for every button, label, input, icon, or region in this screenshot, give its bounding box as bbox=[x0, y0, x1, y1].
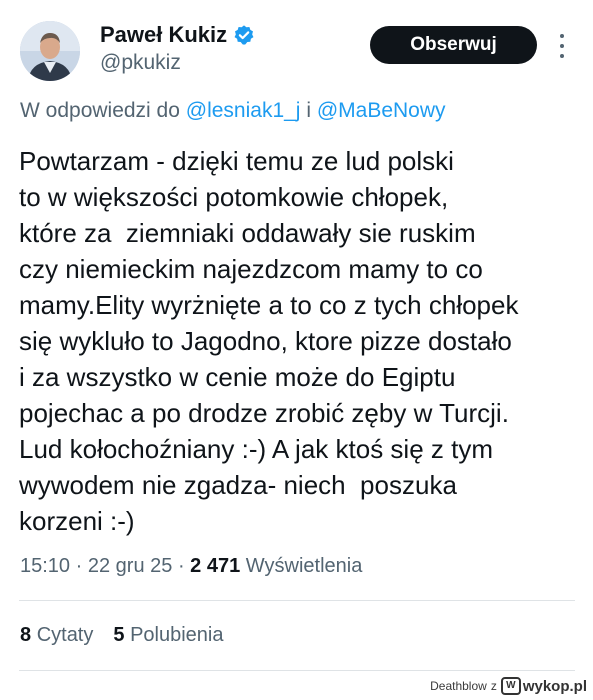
author-handle[interactable]: @pkukiz bbox=[100, 51, 181, 75]
more-options-icon[interactable] bbox=[556, 34, 568, 58]
tweet-line: mamy.Elity wyrżnięte a to co z tych chło… bbox=[19, 290, 519, 320]
tweet-line: czy niemieckim najezdzcom mamy to co bbox=[19, 254, 483, 284]
likes-stat[interactable]: 5 Polubienia bbox=[113, 624, 223, 647]
author-name-row[interactable]: Paweł Kukiz bbox=[100, 22, 255, 48]
tweet-time[interactable]: 15:10 bbox=[20, 555, 70, 577]
tweet-line: korzeni :-) bbox=[19, 506, 135, 536]
wykop-logo-icon: W bbox=[500, 677, 521, 695]
tweet-line: to w większości potomkowie chłopek, bbox=[19, 182, 449, 212]
wykop-logo: W wykop.pl bbox=[500, 677, 587, 695]
avatar[interactable] bbox=[20, 21, 80, 81]
divider bbox=[19, 600, 575, 601]
reply-prefix: W odpowiedzi do bbox=[20, 99, 180, 122]
mention-link[interactable]: @lesniak1_j bbox=[186, 99, 301, 122]
verified-badge-icon bbox=[234, 25, 254, 45]
tweet-date[interactable]: 22 gru 25 bbox=[88, 555, 173, 577]
meta-separator: · bbox=[177, 555, 185, 577]
tweet-line: które za ziemniaki oddawały sie ruskim bbox=[19, 218, 476, 248]
engagement-stats: 8 Cytaty 5 Polubienia bbox=[20, 624, 223, 647]
tweet-text: Powtarzam - dzięki temu ze lud polski to… bbox=[19, 143, 579, 539]
watermark: Deathblow z W wykop.pl bbox=[430, 677, 587, 695]
tweet-meta: 15:10 · 22 gru 25 · 2 471 Wyświetlenia bbox=[20, 555, 362, 578]
mention-link[interactable]: @MaBeNowy bbox=[317, 99, 446, 122]
views-label: Wyświetlenia bbox=[245, 555, 363, 577]
quotes-stat[interactable]: 8 Cytaty bbox=[20, 624, 93, 647]
tweet-line: Lud kołochoźniany :-) A jak ktoś się z t… bbox=[19, 434, 493, 464]
reply-context: W odpowiedzi do @lesniak1_j i @MaBeNowy bbox=[20, 99, 446, 123]
likes-count: 5 bbox=[113, 624, 125, 646]
watermark-site: wykop.pl bbox=[522, 677, 587, 695]
watermark-z: z bbox=[490, 679, 497, 693]
author-name[interactable]: Paweł Kukiz bbox=[100, 22, 227, 48]
tweet-line: Powtarzam - dzięki temu ze lud polski bbox=[19, 146, 454, 176]
divider bbox=[19, 670, 575, 671]
watermark-user: Deathblow bbox=[430, 679, 487, 693]
quotes-count: 8 bbox=[20, 624, 32, 646]
meta-separator: · bbox=[75, 555, 83, 577]
tweet-line: pojechac a po drodze zrobić zęby w Turcj… bbox=[19, 398, 509, 428]
views-count: 2 471 bbox=[190, 555, 241, 577]
avatar-photo-icon bbox=[20, 21, 80, 81]
tweet-line: i za wszystko w cenie może do Egiptu bbox=[19, 362, 456, 392]
likes-label: Polubienia bbox=[130, 624, 224, 646]
reply-joiner: i bbox=[306, 99, 311, 122]
quotes-label: Cytaty bbox=[36, 624, 94, 646]
tweet-line: wywodem nie zgadza- niech poszuka bbox=[19, 470, 457, 500]
follow-button[interactable]: Obserwuj bbox=[370, 26, 537, 64]
tweet-line: się wykluło to Jagodno, ktore pizze dost… bbox=[19, 326, 512, 356]
